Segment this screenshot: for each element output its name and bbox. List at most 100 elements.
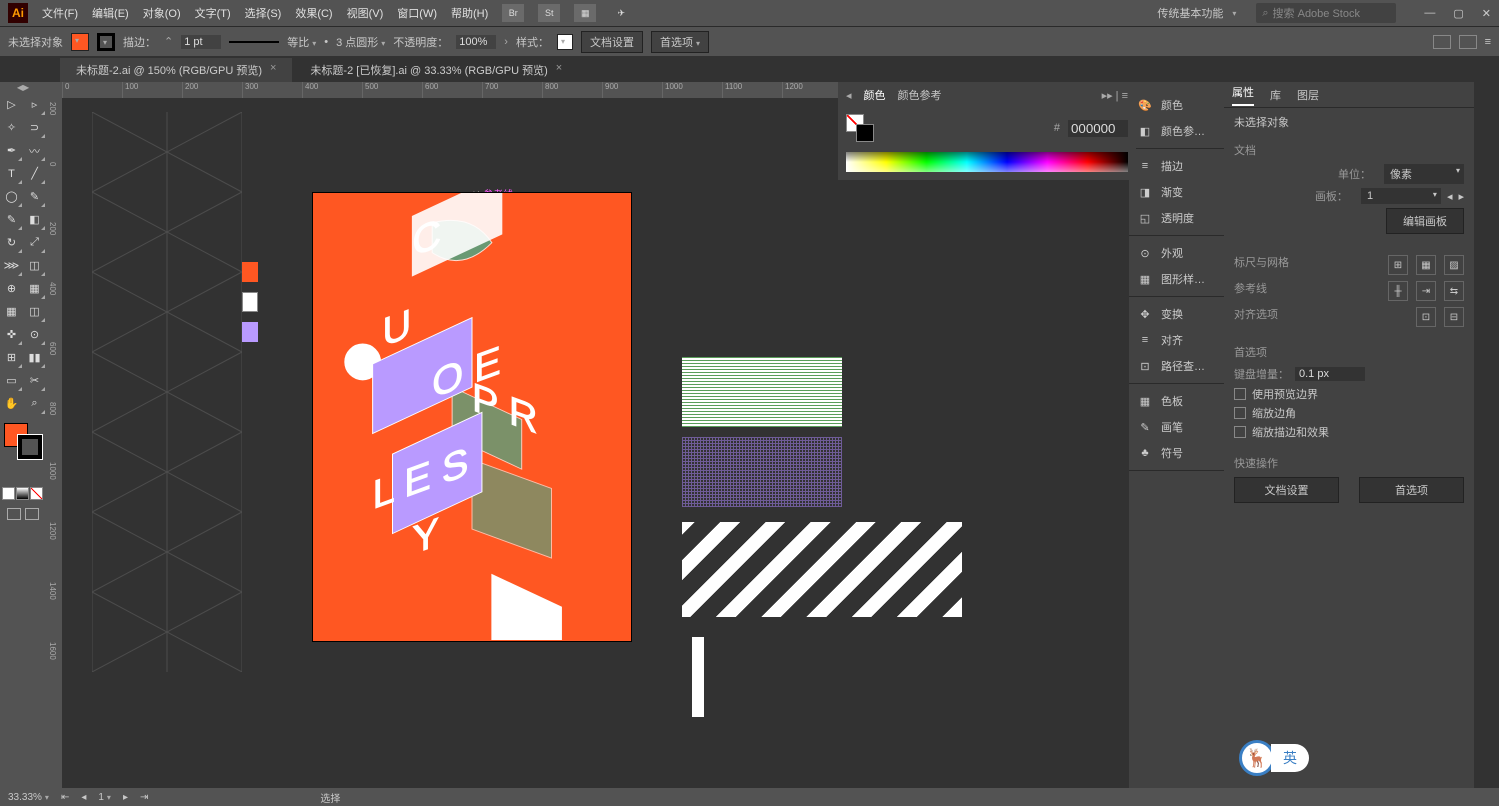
menu-type[interactable]: 文字(T) [195, 5, 231, 21]
panel-transform[interactable]: ✥变换 [1129, 301, 1224, 327]
prefs-button[interactable]: 首选项 [651, 31, 709, 53]
symbol-sprayer-tool[interactable]: ⊞ [0, 346, 23, 369]
curvature-tool[interactable]: 〰 [23, 139, 46, 162]
bridge-icon[interactable]: Br [502, 4, 524, 22]
menu-file[interactable]: 文件(F) [42, 5, 78, 21]
color-guide-tab[interactable]: 颜色参考 [898, 87, 942, 103]
mesh-tool[interactable]: ▦ [0, 300, 23, 323]
panel-align[interactable]: ≡对齐 [1129, 327, 1224, 353]
slice-tool[interactable]: ✂ [23, 369, 46, 392]
quick-doc-setup-button[interactable]: 文档设置 [1234, 477, 1339, 503]
artboard-tool[interactable]: ▭ [0, 369, 23, 392]
canvas[interactable]: 0100200300400500600700800900100011001200… [62, 82, 1129, 788]
perspective-tool[interactable]: ▦ [23, 277, 46, 300]
color-tab[interactable]: 颜色 [864, 87, 886, 103]
shaper-tool[interactable]: ✎ [0, 208, 23, 231]
stock-icon[interactable]: St [538, 4, 560, 22]
color-spectrum[interactable] [846, 152, 1128, 172]
menu-view[interactable]: 视图(V) [347, 5, 384, 21]
close-icon[interactable]: ✕ [1482, 7, 1491, 20]
panel-appearance[interactable]: ⊙外观 [1129, 240, 1224, 266]
prev-artboard-icon[interactable]: ◂ [1447, 190, 1453, 203]
selection-tool[interactable]: ▷ [0, 93, 23, 116]
artboard-dropdown[interactable]: 1 [1361, 188, 1441, 204]
lasso-tool[interactable]: ⊃ [23, 116, 46, 139]
panel-symbols[interactable]: ♣符号 [1129, 440, 1224, 466]
collapse-icon[interactable]: ▸▸ | ≡ [1102, 89, 1128, 102]
smart-guide-icon[interactable]: ⇆ [1444, 281, 1464, 301]
first-artboard-icon[interactable]: ⇤ [61, 792, 69, 803]
scale-tool[interactable]: ⤢ [23, 231, 46, 254]
document-tab-1[interactable]: 未标题-2.ai @ 150% (RGB/GPU 预览)× [60, 58, 292, 82]
menu-edit[interactable]: 编辑(E) [92, 5, 129, 21]
next-artboard-icon[interactable]: ▸ [1458, 190, 1464, 203]
maximize-icon[interactable]: ▢ [1453, 7, 1463, 20]
document-tab-2[interactable]: 未标题-2 [已恢复].ai @ 33.33% (RGB/GPU 预览)× [294, 58, 578, 82]
tab-close-icon[interactable]: × [556, 62, 562, 78]
chk-preview-bounds[interactable]: 使用预览边界 [1234, 386, 1464, 402]
stroke-weight-input[interactable] [181, 35, 221, 49]
panel-gradient[interactable]: ◨渐变 [1129, 179, 1224, 205]
grid-toggle-icon[interactable]: ▦ [1416, 255, 1436, 275]
panel-swatches[interactable]: ▦色板 [1129, 388, 1224, 414]
chk-scale-corners[interactable]: 缩放边角 [1234, 405, 1464, 421]
graph-tool[interactable]: ▮▮ [23, 346, 46, 369]
panel-brushes[interactable]: ✎画笔 [1129, 414, 1224, 440]
next-artboard-icon[interactable]: ▸ [123, 792, 128, 803]
stroke-profile-preview[interactable] [229, 41, 279, 43]
last-artboard-icon[interactable]: ⇥ [140, 792, 148, 803]
menu-select[interactable]: 选择(S) [245, 5, 282, 21]
zoom-dropdown[interactable]: 33.33% [8, 792, 49, 803]
panel-color-guide[interactable]: ◧颜色参… [1129, 118, 1224, 144]
menu-help[interactable]: 帮助(H) [451, 5, 488, 21]
style-swatch[interactable] [557, 34, 573, 50]
rectangle-tool[interactable]: ◯ [0, 185, 23, 208]
color-mode-buttons[interactable] [0, 485, 46, 502]
panel-graphic-styles[interactable]: ▦图形样… [1129, 266, 1224, 292]
line-tool[interactable]: ╱ [23, 162, 46, 185]
profile-dropdown[interactable]: 等比 [287, 34, 316, 50]
panel-pathfinder[interactable]: ⊡路径查… [1129, 353, 1224, 379]
tab-properties[interactable]: 属性 [1232, 84, 1254, 106]
tab-close-icon[interactable]: × [270, 62, 276, 78]
panel-menu-icon[interactable]: ≡ [1485, 36, 1491, 48]
workspace-dropdown[interactable]: 传统基本功能 [1151, 3, 1242, 23]
shape-builder-tool[interactable]: ⊕ [0, 277, 23, 300]
key-object-icon[interactable]: ⊟ [1444, 307, 1464, 327]
artboard-nav-dropdown[interactable]: 1 [98, 792, 111, 803]
ime-indicator[interactable]: 🦌 英 [1239, 740, 1309, 776]
gpu-icon[interactable]: ✈ [610, 4, 632, 22]
prev-artboard-icon[interactable]: ◂ [81, 792, 86, 803]
direct-selection-tool[interactable]: ▹ [23, 93, 46, 116]
unit-dropdown[interactable]: 像素 [1384, 164, 1464, 184]
screen-mode-buttons[interactable] [0, 508, 46, 520]
opacity-input[interactable] [456, 35, 496, 49]
doc-setup-button[interactable]: 文档设置 [581, 31, 643, 53]
paintbrush-tool[interactable]: ✎ [23, 185, 46, 208]
pen-tool[interactable]: ✒ [0, 139, 23, 162]
key-incr-input[interactable] [1295, 367, 1365, 381]
hand-tool[interactable]: ✋ [0, 392, 23, 415]
gradient-tool[interactable]: ◫ [23, 300, 46, 323]
quick-prefs-button[interactable]: 首选项 [1359, 477, 1464, 503]
search-stock-input[interactable]: ⌕搜索 Adobe Stock [1256, 3, 1396, 23]
snap-toggle-icon[interactable]: ▨ [1444, 255, 1464, 275]
hex-input[interactable] [1068, 120, 1128, 137]
free-transform-tool[interactable]: ◫ [23, 254, 46, 277]
menu-effect[interactable]: 效果(C) [295, 5, 332, 21]
eyedropper-tool[interactable]: ✜ [0, 323, 23, 346]
transform-icon[interactable] [1459, 35, 1477, 49]
rotate-tool[interactable]: ↻ [0, 231, 23, 254]
panel-fill-stroke[interactable] [846, 114, 874, 142]
minimize-icon[interactable]: — [1424, 7, 1435, 20]
arrange-icon[interactable]: ▦ [574, 4, 596, 22]
width-tool[interactable]: ⋙ [0, 254, 23, 277]
fill-swatch[interactable] [71, 33, 89, 51]
chk-scale-strokes[interactable]: 缩放描边和效果 [1234, 424, 1464, 440]
magic-wand-tool[interactable]: ✧ [0, 116, 23, 139]
menu-object[interactable]: 对象(O) [143, 5, 181, 21]
panel-stroke[interactable]: ≡描边 [1129, 153, 1224, 179]
brush-dropdown[interactable]: 3 点圆形 [336, 34, 385, 50]
guide-lock-icon[interactable]: ⇥ [1416, 281, 1436, 301]
tab-libraries[interactable]: 库 [1270, 87, 1281, 103]
